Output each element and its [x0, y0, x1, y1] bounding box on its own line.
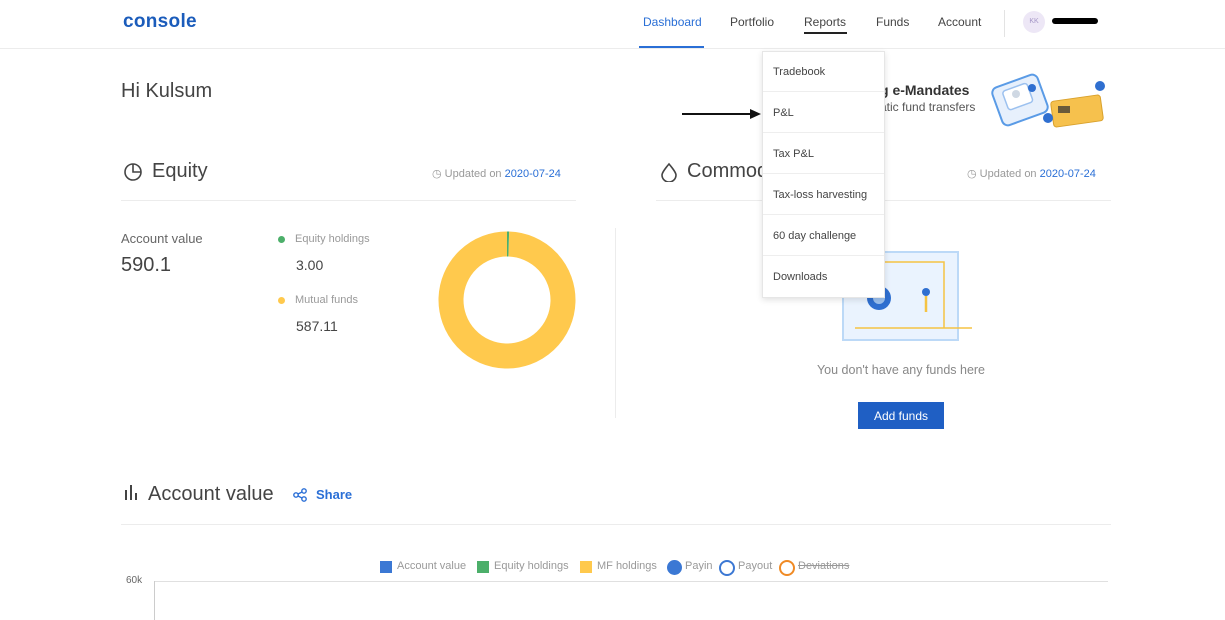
legend-swatch-payout[interactable] [719, 560, 735, 576]
chart-gridline [154, 581, 1108, 582]
empty-funds-text: You don't have any funds here [816, 363, 986, 377]
legend-swatch-equity-holdings[interactable] [477, 561, 489, 573]
commodity-title: Commod [687, 160, 769, 182]
account-value-label: Account value [121, 231, 203, 246]
section-vertical-divider [615, 228, 616, 418]
commodity-updated: ◷ Updated on 2020-07-24 [967, 167, 1096, 180]
top-header: console Dashboard Portfolio Reports Fund… [0, 0, 1225, 49]
menu-item-tax-loss-harvesting[interactable]: Tax-loss harvesting [763, 175, 884, 215]
annotation-arrow-icon [682, 109, 761, 119]
menu-item-tax-pnl[interactable]: Tax P&L [763, 134, 884, 174]
active-nav-indicator [639, 46, 704, 48]
legend-equity-holdings[interactable]: Equity holdings [494, 560, 569, 572]
menu-item-tradebook[interactable]: Tradebook [763, 52, 884, 92]
clock-icon: ◷ [432, 168, 442, 180]
legend-swatch-deviations[interactable] [779, 560, 795, 576]
legend-swatch-mf-holdings[interactable] [580, 561, 592, 573]
pie-chart-icon [124, 163, 142, 181]
nav-reports[interactable]: Reports [804, 15, 846, 29]
menu-item-pnl[interactable]: P&L [763, 93, 884, 133]
menu-item-downloads[interactable]: Downloads [763, 257, 884, 297]
legend-swatch-payin[interactable] [667, 560, 682, 575]
account-value-chart-title: Account value [148, 483, 274, 505]
equity-updated: ◷ Updated on 2020-07-24 [432, 167, 561, 180]
equity-holdings-dot [278, 236, 285, 243]
equity-divider [121, 200, 576, 201]
legend-deviations[interactable]: Deviations [798, 560, 849, 572]
equity-updated-prefix: Updated on [444, 168, 502, 180]
legend-account-value[interactable]: Account value [397, 560, 466, 572]
nav-portfolio[interactable]: Portfolio [730, 15, 774, 29]
equity-holdings-label: Equity holdings [295, 233, 370, 245]
legend-swatch-account-value[interactable] [380, 561, 392, 573]
nav-account[interactable]: Account [938, 15, 981, 29]
user-avatar[interactable]: KK [1023, 11, 1045, 33]
banner-subtitle: atic fund transfers [880, 100, 976, 114]
commodity-updated-prefix: Updated on [979, 168, 1037, 180]
nav-dashboard[interactable]: Dashboard [643, 15, 702, 29]
mutual-funds-value: 587.11 [296, 318, 338, 334]
chart-divider [121, 524, 1111, 525]
nav-separator [1004, 10, 1005, 37]
equity-holdings-value: 3.00 [296, 257, 324, 273]
share-link[interactable]: Share [316, 487, 352, 502]
commodity-updated-date: 2020-07-24 [1039, 168, 1096, 180]
reports-hover-underline [804, 32, 847, 34]
y-axis-tick-60k: 60k [126, 575, 143, 586]
bar-chart-icon [125, 485, 137, 500]
reports-dropdown-menu: Tradebook P&L Tax P&L Tax-loss harvestin… [762, 51, 885, 298]
donut-slice-mutual-funds[interactable] [438, 231, 576, 369]
share-icon[interactable] [293, 488, 307, 502]
add-funds-button[interactable]: Add funds [858, 402, 944, 429]
legend-mf-holdings[interactable]: MF holdings [597, 560, 657, 572]
drop-icon [661, 162, 677, 182]
user-id-redacted[interactable] [1052, 18, 1098, 24]
equity-updated-date: 2020-07-24 [504, 168, 561, 180]
console-logo[interactable]: console [123, 11, 197, 33]
chart-y-axis [154, 581, 155, 620]
menu-item-60-day-challenge[interactable]: 60 day challenge [763, 216, 884, 256]
equity-title: Equity [152, 160, 208, 182]
banner-title[interactable]: g e-Mandates [880, 82, 969, 98]
equity-donut-chart[interactable] [436, 229, 578, 371]
mutual-funds-dot [278, 297, 285, 304]
legend-payout[interactable]: Payout [738, 560, 772, 572]
greeting: Hi Kulsum [121, 80, 213, 102]
mutual-funds-label: Mutual funds [295, 294, 358, 306]
e-mandate-illustration [991, 73, 1105, 128]
account-value: 590.1 [121, 254, 172, 276]
clock-icon: ◷ [967, 168, 977, 180]
nav-funds[interactable]: Funds [876, 15, 909, 29]
legend-payin[interactable]: Payin [685, 560, 713, 572]
